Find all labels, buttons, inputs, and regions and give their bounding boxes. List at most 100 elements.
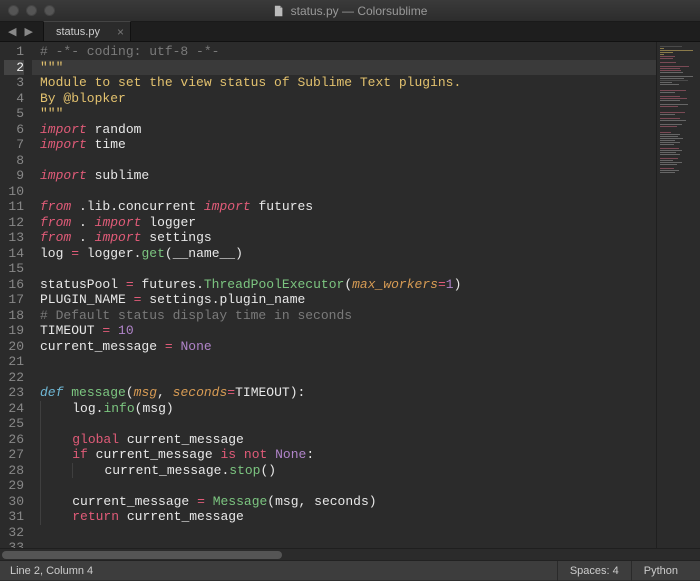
code-line[interactable]: log.info(msg) [32, 401, 656, 417]
code-line[interactable]: from . import settings [32, 230, 656, 246]
code-area[interactable]: # -*- coding: utf-8 -*-"""Module to set … [32, 42, 656, 558]
minimap-line [660, 144, 674, 145]
code-line[interactable]: TIMEOUT = 10 [32, 323, 656, 339]
close-tab-icon[interactable]: × [117, 26, 124, 38]
code-line[interactable]: from . import logger [32, 215, 656, 231]
minimap-line [660, 168, 674, 169]
code-line[interactable] [32, 153, 656, 169]
minimap-line [660, 62, 676, 63]
code-line[interactable] [32, 525, 656, 541]
minimap-line [660, 138, 683, 139]
minimap-line [660, 50, 693, 51]
minimap-line [660, 48, 664, 49]
line-number: 2 [4, 60, 24, 76]
code-line[interactable]: log = logger.get(__name__) [32, 246, 656, 262]
minimap-line [660, 80, 688, 81]
minimap-line [660, 72, 683, 73]
code-line[interactable]: statusPool = futures.ThreadPoolExecutor(… [32, 277, 656, 293]
code-line[interactable] [32, 184, 656, 200]
minimap-line [660, 148, 679, 149]
minimap-line [660, 96, 680, 97]
line-number: 18 [4, 308, 24, 324]
code-line[interactable] [32, 478, 656, 494]
line-number: 10 [4, 184, 24, 200]
minimap-line [660, 98, 687, 99]
editor[interactable]: 1234567891011121314151617181920212223242… [0, 42, 700, 558]
status-syntax[interactable]: Python [631, 561, 690, 581]
code-line[interactable]: Module to set the view status of Sublime… [32, 75, 656, 91]
gutter: 1234567891011121314151617181920212223242… [0, 42, 32, 558]
code-line[interactable]: PLUGIN_NAME = settings.plugin_name [32, 292, 656, 308]
code-line[interactable]: from .lib.concurrent import futures [32, 199, 656, 215]
code-line[interactable]: current_message = None [32, 339, 656, 355]
status-indent[interactable]: Spaces: 4 [557, 561, 631, 581]
code-line[interactable] [32, 416, 656, 432]
minimap-line [660, 164, 677, 165]
code-line[interactable]: current_message = Message(msg, seconds) [32, 494, 656, 510]
line-number: 29 [4, 478, 24, 494]
code-line[interactable]: current_message.stop() [32, 463, 656, 479]
title-filename: status.py [291, 4, 339, 18]
code-line[interactable]: By @blopker [32, 91, 656, 107]
code-line[interactable]: def message(msg, seconds=TIMEOUT): [32, 385, 656, 401]
code-line[interactable]: return current_message [32, 509, 656, 525]
line-number: 12 [4, 215, 24, 231]
horizontal-scrollbar[interactable] [0, 548, 700, 560]
line-number: 19 [4, 323, 24, 339]
code-line[interactable] [32, 261, 656, 277]
status-bar: Line 2, Column 4 Spaces: 4 Python [0, 560, 700, 580]
minimap-line [660, 58, 673, 59]
minimap-line [660, 172, 675, 173]
code-line[interactable]: import random [32, 122, 656, 138]
traffic-lights [8, 5, 55, 16]
code-line[interactable]: """ [32, 60, 656, 76]
line-number: 15 [4, 261, 24, 277]
close-window-icon[interactable] [8, 5, 19, 16]
minimap-line [660, 84, 679, 85]
status-position[interactable]: Line 2, Column 4 [10, 565, 93, 577]
line-number: 17 [4, 292, 24, 308]
minimap[interactable] [656, 42, 700, 558]
minimap-line [660, 136, 678, 137]
code-line[interactable] [32, 354, 656, 370]
minimap-line [660, 154, 680, 155]
minimap-line [660, 100, 680, 101]
minimap-line [660, 150, 682, 151]
document-icon [273, 5, 285, 17]
line-number: 16 [4, 277, 24, 293]
minimap-line [660, 132, 671, 133]
minimap-line [660, 134, 680, 135]
line-number: 14 [4, 246, 24, 262]
tab-status-py[interactable]: status.py × [43, 21, 131, 41]
zoom-window-icon[interactable] [44, 5, 55, 16]
minimap-line [660, 126, 677, 127]
nav-forward-icon[interactable]: ▶ [20, 25, 36, 39]
line-number: 22 [4, 370, 24, 386]
minimap-line [660, 106, 678, 107]
line-number: 32 [4, 525, 24, 541]
minimap-line [660, 82, 672, 83]
line-number: 31 [4, 509, 24, 525]
code-line[interactable]: # -*- coding: utf-8 -*- [32, 44, 656, 60]
code-line[interactable]: if current_message is not None: [32, 447, 656, 463]
title-appname: Colorsublime [357, 4, 427, 18]
minimap-line [660, 90, 686, 91]
minimap-line [660, 70, 681, 71]
minimap-line [660, 170, 679, 171]
line-number: 5 [4, 106, 24, 122]
code-line[interactable]: import sublime [32, 168, 656, 184]
line-number: 1 [4, 44, 24, 60]
horizontal-scrollbar-thumb[interactable] [2, 551, 282, 559]
tab-label: status.py [56, 26, 100, 38]
minimap-line [660, 78, 684, 79]
code-line[interactable] [32, 370, 656, 386]
code-line[interactable]: # Default status display time in seconds [32, 308, 656, 324]
line-number: 28 [4, 463, 24, 479]
minimize-window-icon[interactable] [26, 5, 37, 16]
code-line[interactable]: global current_message [32, 432, 656, 448]
code-line[interactable]: import time [32, 137, 656, 153]
window-title: status.py — Colorsublime [273, 4, 428, 18]
code-line[interactable]: """ [32, 106, 656, 122]
minimap-line [660, 158, 678, 159]
nav-back-icon[interactable]: ◀ [4, 25, 20, 39]
